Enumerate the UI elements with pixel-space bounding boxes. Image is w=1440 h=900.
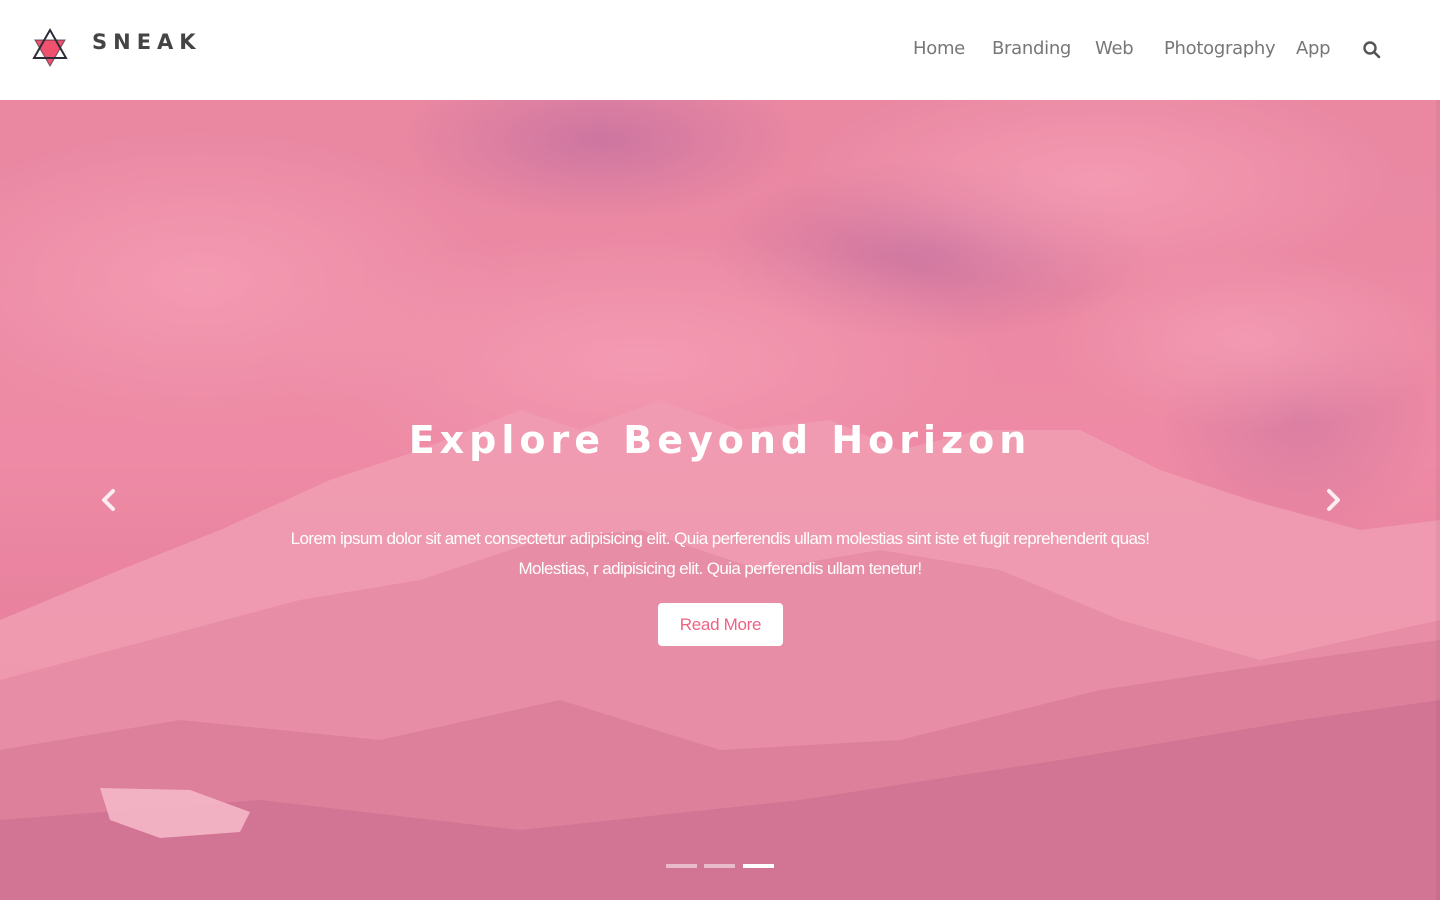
- carousel-indicator-2[interactable]: [704, 864, 735, 868]
- chevron-left-icon[interactable]: [96, 486, 122, 514]
- nav-photography[interactable]: Photography: [1164, 38, 1276, 59]
- read-more-button[interactable]: Read More: [658, 603, 783, 646]
- hero-description-line-2: Molestias, r adipisicing elit. Quia perf…: [518, 559, 922, 578]
- nav-branding[interactable]: Branding: [992, 38, 1071, 59]
- page-scrollbar[interactable]: [1436, 100, 1440, 900]
- hero-background-image: [0, 100, 1440, 900]
- brand-name[interactable]: SNEAK: [92, 30, 202, 54]
- hero-carousel: Explore Beyond Horizon Lorem ipsum dolor…: [0, 100, 1440, 900]
- logo-star-icon[interactable]: [30, 26, 70, 70]
- hero-description-line-1: Lorem ipsum dolor sit amet consectetur a…: [290, 529, 1150, 548]
- carousel-indicator-1[interactable]: [666, 864, 697, 868]
- nav-web[interactable]: Web: [1095, 38, 1134, 59]
- carousel-indicator-3[interactable]: [743, 864, 774, 868]
- site-header: SNEAK Home Branding Web Photography App: [0, 0, 1440, 100]
- hero-title: Explore Beyond Horizon: [408, 418, 1032, 462]
- hero-description: Lorem ipsum dolor sit amet consectetur a…: [230, 524, 1210, 584]
- chevron-right-icon[interactable]: [1320, 486, 1346, 514]
- search-icon[interactable]: [1362, 40, 1382, 60]
- nav-home[interactable]: Home: [913, 38, 965, 59]
- nav-app[interactable]: App: [1296, 38, 1331, 59]
